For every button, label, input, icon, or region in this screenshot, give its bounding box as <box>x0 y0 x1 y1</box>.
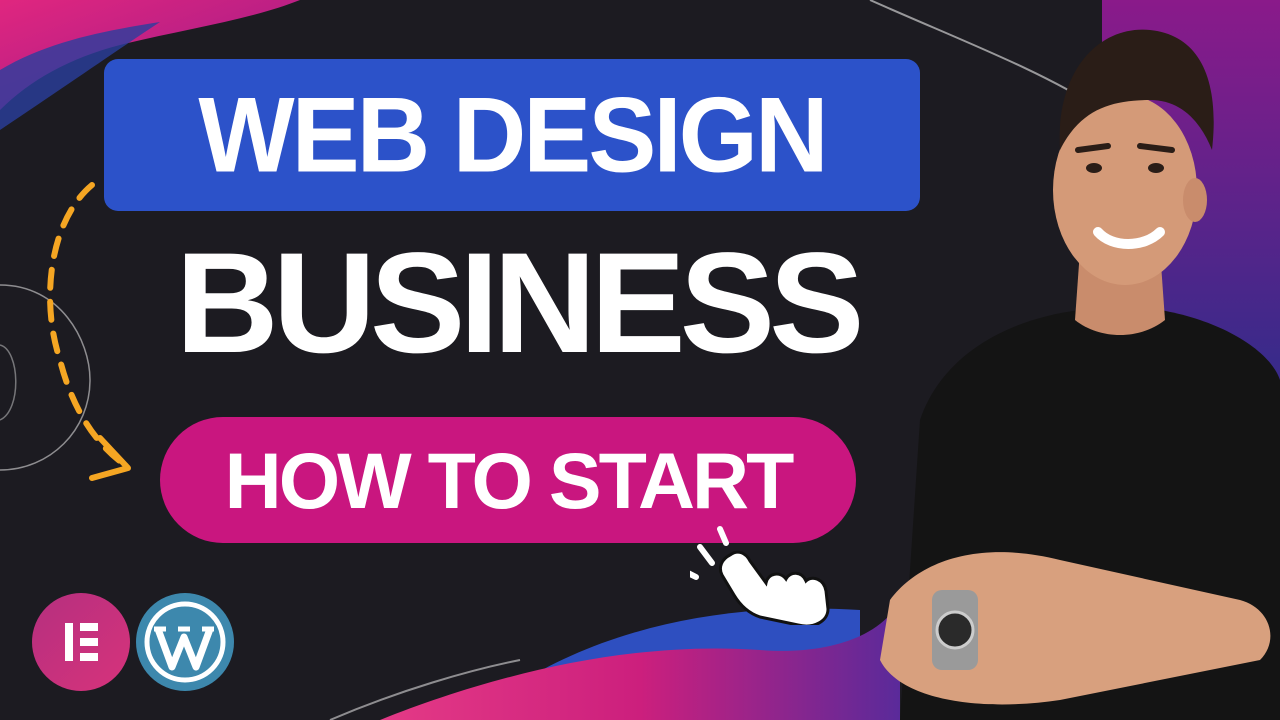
thumbnail-canvas: WEB DESIGN BUSINESS HOW TO START <box>0 0 1280 720</box>
elementor-e-icon <box>65 623 98 661</box>
headline-main: BUSINESS <box>175 224 864 383</box>
cta-label: HOW TO START <box>224 435 795 525</box>
headline-top: WEB DESIGN <box>198 75 828 195</box>
arrow-head <box>89 435 131 481</box>
elementor-logo <box>32 593 130 691</box>
presenter-photo <box>880 29 1280 720</box>
left-inner-circle <box>0 344 17 421</box>
left-circle <box>0 284 91 471</box>
pointer-hand-icon <box>690 526 830 625</box>
headline-box: WEB DESIGN <box>104 59 920 211</box>
wordpress-w-icon <box>144 601 226 683</box>
wordpress-logo <box>136 593 234 691</box>
